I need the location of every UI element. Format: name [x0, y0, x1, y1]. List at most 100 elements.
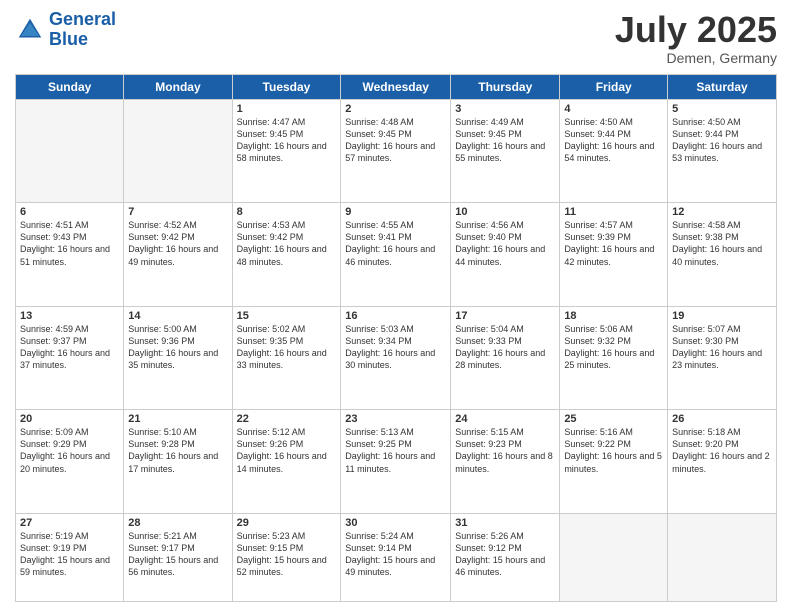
day-info: Sunrise: 5:07 AM Sunset: 9:30 PM Dayligh… — [672, 323, 772, 372]
calendar-cell: 4Sunrise: 4:50 AM Sunset: 9:44 PM Daylig… — [560, 99, 668, 203]
calendar-cell: 30Sunrise: 5:24 AM Sunset: 9:14 PM Dayli… — [341, 513, 451, 601]
day-number: 30 — [345, 517, 446, 529]
calendar-cell: 22Sunrise: 5:12 AM Sunset: 9:26 PM Dayli… — [232, 410, 341, 514]
day-number: 12 — [672, 206, 772, 218]
day-number: 28 — [128, 517, 227, 529]
calendar-week-1: 1Sunrise: 4:47 AM Sunset: 9:45 PM Daylig… — [16, 99, 777, 203]
logo-blue: Blue — [49, 29, 88, 49]
calendar-cell: 7Sunrise: 4:52 AM Sunset: 9:42 PM Daylig… — [124, 203, 232, 307]
day-number: 25 — [564, 413, 663, 425]
day-number: 9 — [345, 206, 446, 218]
day-info: Sunrise: 5:26 AM Sunset: 9:12 PM Dayligh… — [455, 530, 555, 579]
calendar-cell: 21Sunrise: 5:10 AM Sunset: 9:28 PM Dayli… — [124, 410, 232, 514]
calendar-cell: 27Sunrise: 5:19 AM Sunset: 9:19 PM Dayli… — [16, 513, 124, 601]
calendar-cell: 25Sunrise: 5:16 AM Sunset: 9:22 PM Dayli… — [560, 410, 668, 514]
day-info: Sunrise: 4:52 AM Sunset: 9:42 PM Dayligh… — [128, 219, 227, 268]
day-info: Sunrise: 5:18 AM Sunset: 9:20 PM Dayligh… — [672, 426, 772, 475]
day-info: Sunrise: 4:47 AM Sunset: 9:45 PM Dayligh… — [237, 116, 337, 165]
calendar-cell: 31Sunrise: 5:26 AM Sunset: 9:12 PM Dayli… — [451, 513, 560, 601]
day-header-tuesday: Tuesday — [232, 74, 341, 99]
day-info: Sunrise: 5:13 AM Sunset: 9:25 PM Dayligh… — [345, 426, 446, 475]
calendar-cell: 28Sunrise: 5:21 AM Sunset: 9:17 PM Dayli… — [124, 513, 232, 601]
calendar-cell: 9Sunrise: 4:55 AM Sunset: 9:41 PM Daylig… — [341, 203, 451, 307]
day-info: Sunrise: 4:55 AM Sunset: 9:41 PM Dayligh… — [345, 219, 446, 268]
day-number: 31 — [455, 517, 555, 529]
calendar-cell: 20Sunrise: 5:09 AM Sunset: 9:29 PM Dayli… — [16, 410, 124, 514]
calendar-cell: 6Sunrise: 4:51 AM Sunset: 9:43 PM Daylig… — [16, 203, 124, 307]
day-number: 24 — [455, 413, 555, 425]
calendar-cell: 16Sunrise: 5:03 AM Sunset: 9:34 PM Dayli… — [341, 306, 451, 410]
day-number: 16 — [345, 310, 446, 322]
day-info: Sunrise: 4:48 AM Sunset: 9:45 PM Dayligh… — [345, 116, 446, 165]
day-info: Sunrise: 4:50 AM Sunset: 9:44 PM Dayligh… — [564, 116, 663, 165]
calendar-cell: 18Sunrise: 5:06 AM Sunset: 9:32 PM Dayli… — [560, 306, 668, 410]
calendar-cell: 8Sunrise: 4:53 AM Sunset: 9:42 PM Daylig… — [232, 203, 341, 307]
day-info: Sunrise: 5:09 AM Sunset: 9:29 PM Dayligh… — [20, 426, 119, 475]
day-info: Sunrise: 4:56 AM Sunset: 9:40 PM Dayligh… — [455, 219, 555, 268]
day-info: Sunrise: 5:16 AM Sunset: 9:22 PM Dayligh… — [564, 426, 663, 475]
day-number: 13 — [20, 310, 119, 322]
day-number: 2 — [345, 103, 446, 115]
day-number: 22 — [237, 413, 337, 425]
day-info: Sunrise: 5:21 AM Sunset: 9:17 PM Dayligh… — [128, 530, 227, 579]
page: General Blue July 2025 Demen, Germany Su… — [0, 0, 792, 612]
day-number: 6 — [20, 206, 119, 218]
day-number: 23 — [345, 413, 446, 425]
day-number: 1 — [237, 103, 337, 115]
calendar-cell — [668, 513, 777, 601]
calendar-cell — [16, 99, 124, 203]
month-year: July 2025 — [615, 10, 777, 50]
calendar-week-2: 6Sunrise: 4:51 AM Sunset: 9:43 PM Daylig… — [16, 203, 777, 307]
calendar-cell: 1Sunrise: 4:47 AM Sunset: 9:45 PM Daylig… — [232, 99, 341, 203]
day-info: Sunrise: 5:24 AM Sunset: 9:14 PM Dayligh… — [345, 530, 446, 579]
calendar-cell: 10Sunrise: 4:56 AM Sunset: 9:40 PM Dayli… — [451, 203, 560, 307]
day-info: Sunrise: 5:02 AM Sunset: 9:35 PM Dayligh… — [237, 323, 337, 372]
day-header-sunday: Sunday — [16, 74, 124, 99]
calendar-cell: 29Sunrise: 5:23 AM Sunset: 9:15 PM Dayli… — [232, 513, 341, 601]
day-number: 4 — [564, 103, 663, 115]
calendar-header-row: SundayMondayTuesdayWednesdayThursdayFrid… — [16, 74, 777, 99]
day-info: Sunrise: 5:23 AM Sunset: 9:15 PM Dayligh… — [237, 530, 337, 579]
calendar-week-5: 27Sunrise: 5:19 AM Sunset: 9:19 PM Dayli… — [16, 513, 777, 601]
day-info: Sunrise: 4:53 AM Sunset: 9:42 PM Dayligh… — [237, 219, 337, 268]
calendar-cell: 11Sunrise: 4:57 AM Sunset: 9:39 PM Dayli… — [560, 203, 668, 307]
calendar-cell — [560, 513, 668, 601]
day-number: 20 — [20, 413, 119, 425]
logo: General Blue — [15, 10, 116, 50]
day-number: 10 — [455, 206, 555, 218]
day-number: 29 — [237, 517, 337, 529]
day-header-monday: Monday — [124, 74, 232, 99]
day-header-saturday: Saturday — [668, 74, 777, 99]
logo-text: General Blue — [49, 10, 116, 50]
day-number: 27 — [20, 517, 119, 529]
day-header-thursday: Thursday — [451, 74, 560, 99]
day-header-wednesday: Wednesday — [341, 74, 451, 99]
calendar-cell: 17Sunrise: 5:04 AM Sunset: 9:33 PM Dayli… — [451, 306, 560, 410]
day-info: Sunrise: 5:15 AM Sunset: 9:23 PM Dayligh… — [455, 426, 555, 475]
day-number: 7 — [128, 206, 227, 218]
day-info: Sunrise: 5:06 AM Sunset: 9:32 PM Dayligh… — [564, 323, 663, 372]
day-info: Sunrise: 5:00 AM Sunset: 9:36 PM Dayligh… — [128, 323, 227, 372]
calendar-cell: 3Sunrise: 4:49 AM Sunset: 9:45 PM Daylig… — [451, 99, 560, 203]
calendar-week-3: 13Sunrise: 4:59 AM Sunset: 9:37 PM Dayli… — [16, 306, 777, 410]
calendar-cell — [124, 99, 232, 203]
calendar-cell: 26Sunrise: 5:18 AM Sunset: 9:20 PM Dayli… — [668, 410, 777, 514]
calendar-cell: 23Sunrise: 5:13 AM Sunset: 9:25 PM Dayli… — [341, 410, 451, 514]
day-number: 11 — [564, 206, 663, 218]
calendar-cell: 14Sunrise: 5:00 AM Sunset: 9:36 PM Dayli… — [124, 306, 232, 410]
location: Demen, Germany — [615, 50, 777, 66]
day-info: Sunrise: 4:59 AM Sunset: 9:37 PM Dayligh… — [20, 323, 119, 372]
day-number: 17 — [455, 310, 555, 322]
calendar-cell: 5Sunrise: 4:50 AM Sunset: 9:44 PM Daylig… — [668, 99, 777, 203]
day-info: Sunrise: 4:51 AM Sunset: 9:43 PM Dayligh… — [20, 219, 119, 268]
day-info: Sunrise: 4:50 AM Sunset: 9:44 PM Dayligh… — [672, 116, 772, 165]
day-number: 19 — [672, 310, 772, 322]
day-number: 18 — [564, 310, 663, 322]
day-info: Sunrise: 5:03 AM Sunset: 9:34 PM Dayligh… — [345, 323, 446, 372]
calendar-week-4: 20Sunrise: 5:09 AM Sunset: 9:29 PM Dayli… — [16, 410, 777, 514]
day-number: 15 — [237, 310, 337, 322]
logo-general: General — [49, 9, 116, 29]
day-number: 3 — [455, 103, 555, 115]
day-info: Sunrise: 5:10 AM Sunset: 9:28 PM Dayligh… — [128, 426, 227, 475]
day-info: Sunrise: 5:19 AM Sunset: 9:19 PM Dayligh… — [20, 530, 119, 579]
